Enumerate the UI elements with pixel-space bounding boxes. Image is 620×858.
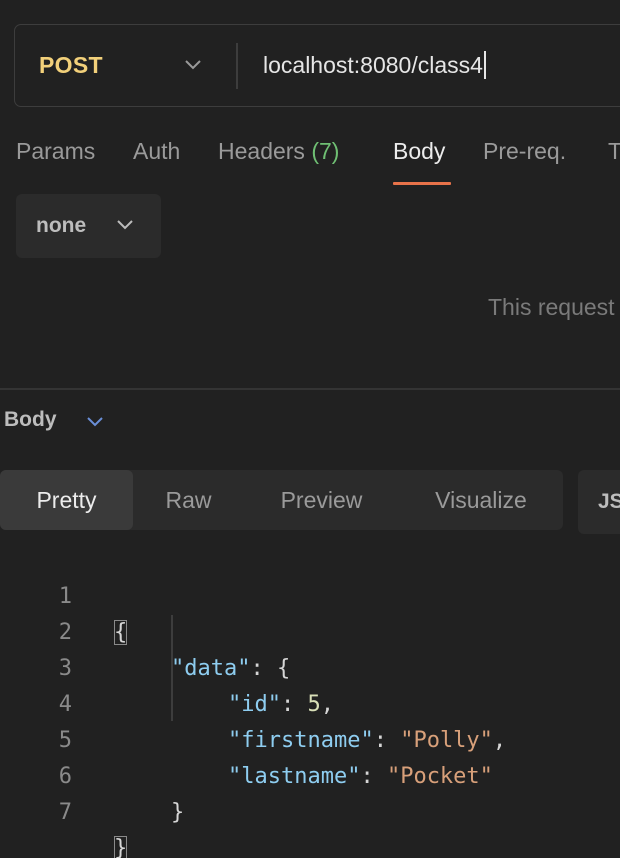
active-tab-indicator xyxy=(393,182,451,185)
code-line: 7 } xyxy=(0,759,620,858)
tab-prerequest[interactable]: Pre-req. xyxy=(483,138,566,165)
empty-body-message: This request does not have a body xyxy=(488,294,620,320)
request-tabs: Params Auth Headers (7) Body Pre-req. T xyxy=(16,124,620,186)
view-tab-raw[interactable]: Raw xyxy=(133,470,244,530)
tab-auth[interactable]: Auth xyxy=(133,138,180,165)
tab-body[interactable]: Body xyxy=(393,138,445,165)
tab-params[interactable]: Params xyxy=(16,138,95,165)
close-brace-match: } xyxy=(114,836,128,858)
tab-tests[interactable]: T xyxy=(608,138,620,165)
url-input[interactable]: localhost:8080/class4 xyxy=(263,25,486,105)
method-select[interactable]: POST xyxy=(39,25,103,105)
response-body-title[interactable]: Body xyxy=(4,408,57,432)
tab-headers-label: Headers xyxy=(218,138,305,164)
response-format-label: JSON xyxy=(598,490,620,513)
response-view-tabs: Pretty Raw Preview Visualize xyxy=(0,470,563,530)
body-type-label: none xyxy=(36,214,87,237)
tab-headers[interactable]: Headers (7) xyxy=(218,138,339,165)
url-value: localhost:8080/class4 xyxy=(263,52,483,78)
code-line: 4 "firstname": "Polly", xyxy=(0,651,620,753)
view-tab-preview[interactable]: Preview xyxy=(244,470,399,530)
pane-divider[interactable] xyxy=(0,388,620,390)
chevron-down-icon[interactable] xyxy=(86,416,104,428)
view-tab-pretty[interactable]: Pretty xyxy=(0,470,133,530)
code-line: 3 "id": 5, xyxy=(0,615,620,717)
text-caret xyxy=(483,51,486,79)
code-line: 2 "data": { xyxy=(0,579,620,681)
chevron-down-icon[interactable] xyxy=(183,57,203,71)
response-code-view[interactable]: 1 { 2 "data": { 3 "id": 5, 4 "firstname"… xyxy=(0,543,620,858)
line-number: 7 xyxy=(58,800,72,825)
url-divider xyxy=(236,43,238,89)
headers-count-badge: (7) xyxy=(311,138,340,164)
code-line: 5 "lastname": "Pocket" xyxy=(0,687,620,789)
body-type-dropdown[interactable]: none xyxy=(16,194,161,258)
code-line: 1 { xyxy=(0,543,620,645)
response-format-select[interactable]: JSON xyxy=(578,470,620,534)
url-bar: POST localhost:8080/class4 xyxy=(14,24,620,107)
code-line: 6 } xyxy=(0,723,620,825)
app-window: POST localhost:8080/class4 Params Auth H… xyxy=(0,0,620,858)
chevron-down-icon xyxy=(117,220,133,230)
view-tab-visualize[interactable]: Visualize xyxy=(399,470,563,530)
